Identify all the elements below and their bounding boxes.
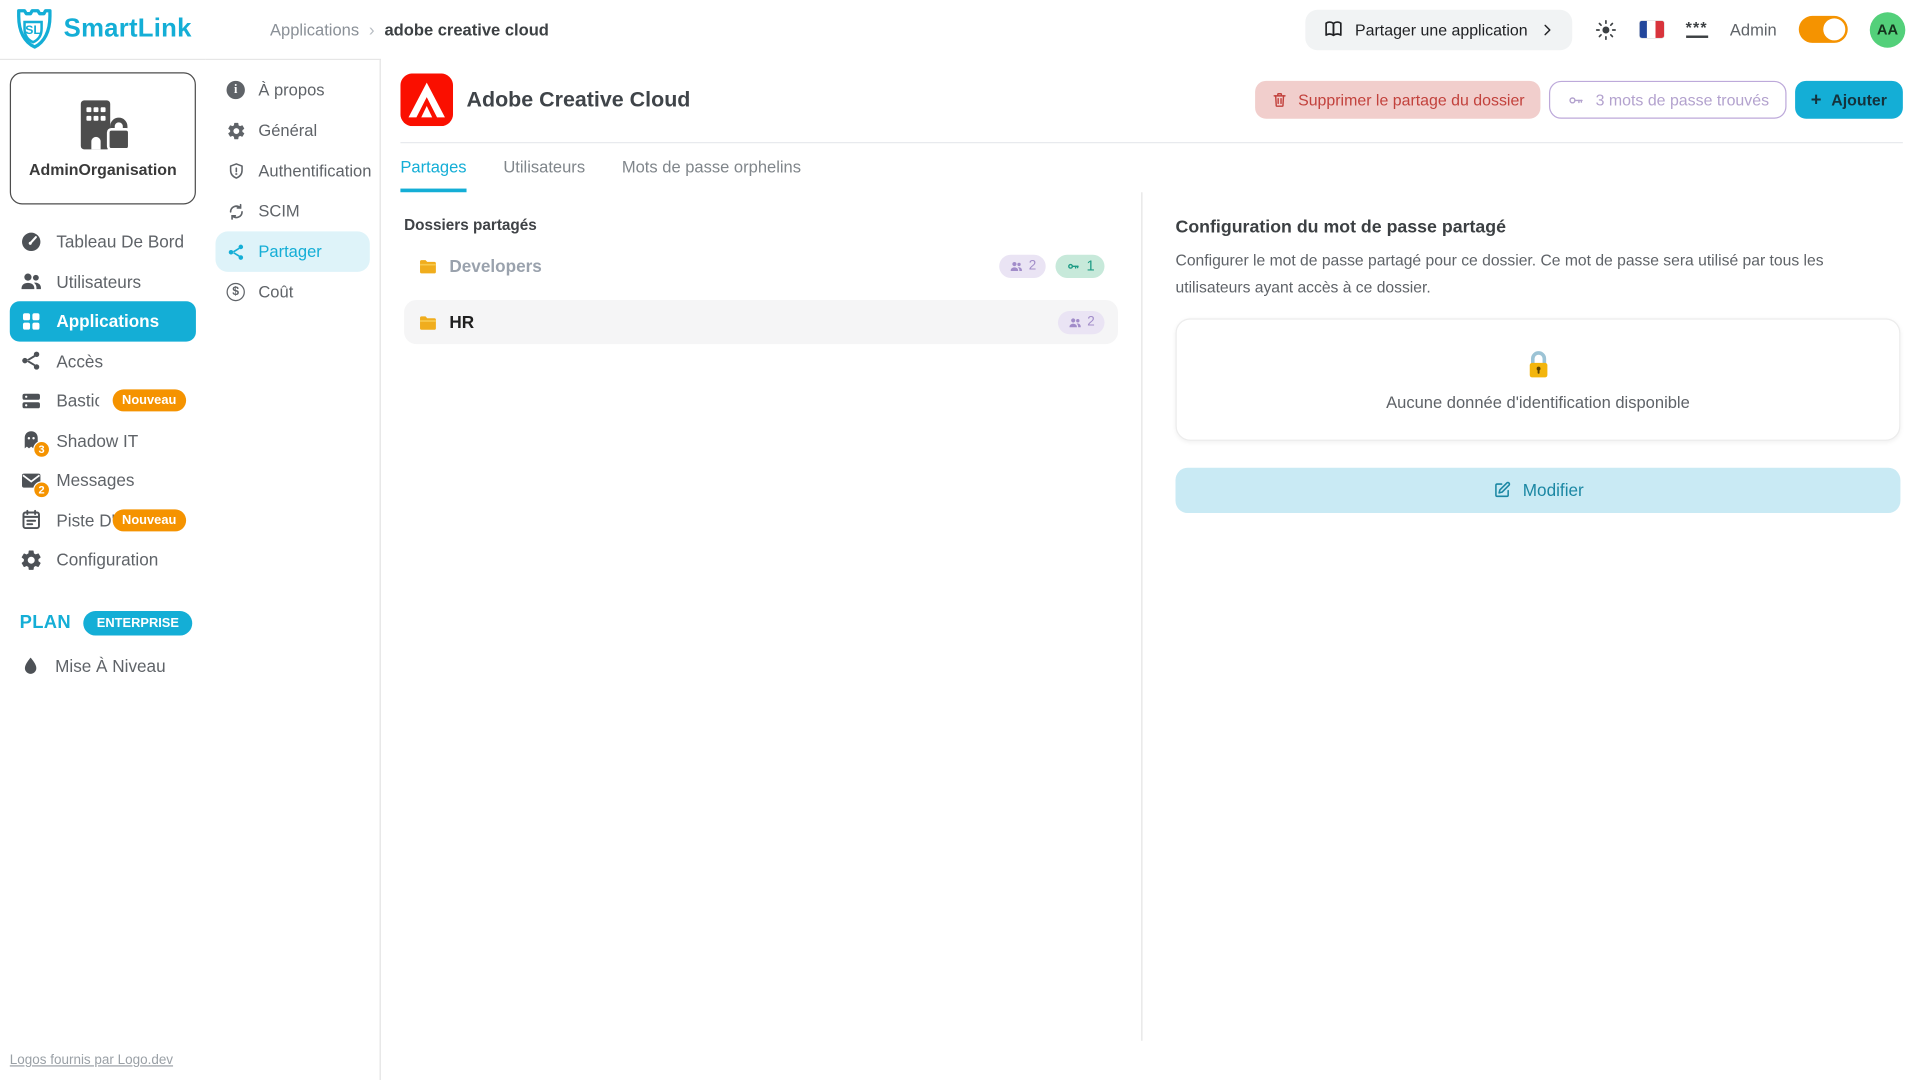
audit-calendar-icon: [20, 508, 43, 531]
brand-name: SmartLink: [64, 15, 192, 44]
sidebar-item-acces[interactable]: Accès: [10, 341, 196, 381]
subnav-item-general[interactable]: Général: [216, 110, 370, 150]
avatar[interactable]: AA: [1870, 12, 1906, 48]
organisation-building-lock-icon: [71, 98, 135, 152]
page-title: Adobe Creative Cloud: [467, 87, 691, 113]
breadcrumb-separator-icon: ›: [369, 20, 375, 40]
adobe-logo-icon: [400, 73, 453, 126]
share-nodes-icon: [20, 349, 43, 372]
language-flag-fr-icon[interactable]: [1639, 21, 1663, 38]
edit-password-button[interactable]: Modifier: [1176, 467, 1901, 512]
subnav-item-scim[interactable]: SCIM: [216, 191, 370, 231]
smartlink-shield-icon: SL: [10, 4, 57, 55]
dollar-circle-icon: $: [227, 282, 247, 302]
tab-utilisateurs[interactable]: Utilisateurs: [503, 143, 585, 192]
credentials-empty-card: Aucune donnée d'identification disponibl…: [1176, 318, 1901, 440]
dashboard-gauge-icon: [20, 230, 43, 253]
password-config-panel: Configuration du mot de passe partagé Co…: [1142, 192, 1920, 1041]
plus-icon: +: [1811, 89, 1822, 110]
share-nodes-icon: [227, 242, 247, 262]
theme-sun-icon[interactable]: [1594, 18, 1617, 41]
subnav-item-a-propos[interactable]: i À propos: [216, 70, 370, 110]
panel-description: Configurer le mot de passe partagé pour …: [1176, 247, 1886, 300]
admin-label: Admin: [1730, 20, 1777, 38]
shared-folders-panel: Dossiers partagés Developers 2: [381, 192, 1143, 1041]
sidebar: AdminOrganisation Tableau De Bord Utilis…: [0, 59, 206, 1080]
app-subnav: i À propos Général Authentification: [206, 59, 381, 1080]
piste-d-audit-nouveau-badge: Nouveau: [112, 509, 186, 531]
book-icon: [1322, 18, 1344, 40]
plan-enterprise-badge[interactable]: ENTERPRISE: [83, 610, 192, 634]
folder-row-developers[interactable]: Developers 2: [404, 244, 1118, 288]
plan-row: PLAN ENTERPRISE: [20, 610, 196, 634]
password-keyboard-icon[interactable]: ***: [1686, 21, 1708, 37]
breadcrumb-parent[interactable]: Applications: [270, 20, 359, 38]
svg-text:SL: SL: [25, 23, 41, 37]
subnav-item-partager[interactable]: Partager: [216, 231, 370, 271]
folder-passwords-badge: 1: [1056, 254, 1105, 277]
bastion-nouveau-badge: Nouveau: [112, 390, 186, 412]
main-content: Adobe Creative Cloud Supprimer le partag…: [381, 59, 1920, 1080]
sidebar-item-shadow-it[interactable]: 3 Shadow IT: [10, 421, 196, 461]
key-icon: [1566, 91, 1586, 108]
breadcrumb-current: adobe creative cloud: [384, 20, 548, 38]
sidebar-item-mise-a-niveau[interactable]: Mise À Niveau: [10, 646, 196, 686]
brand[interactable]: SL SmartLink: [10, 4, 192, 55]
sidebar-item-messages[interactable]: 2 Messages: [10, 460, 196, 500]
plan-label: PLAN: [20, 612, 71, 633]
chevron-right-icon: [1539, 21, 1555, 37]
breadcrumb: Applications › adobe creative cloud: [270, 20, 549, 40]
subnav-item-authentification[interactable]: Authentification: [216, 151, 370, 191]
sidebar-item-bastion[interactable]: Bastion Nouveau: [10, 381, 196, 421]
lock-icon: [1521, 347, 1554, 384]
users-icon: [20, 270, 43, 293]
shield-alert-icon: [227, 161, 247, 181]
logo-dev-credit-link[interactable]: Logos fournis par Logo.dev: [10, 1053, 173, 1068]
empty-credentials-message: Aucune donnée d'identification disponibl…: [1386, 392, 1690, 410]
share-application-label: Partager une application: [1355, 20, 1528, 38]
users-icon: [1068, 315, 1083, 328]
sidebar-item-configuration[interactable]: Configuration: [10, 540, 196, 580]
topbar-right: Partager une application: [1305, 9, 1905, 49]
sidebar-item-tableau-de-bord[interactable]: Tableau De Bord: [10, 222, 196, 262]
tab-bar: Partages Utilisateurs Mots de passe orph…: [381, 143, 1920, 192]
share-application-button[interactable]: Partager une application: [1305, 9, 1572, 49]
trash-icon: [1271, 91, 1288, 109]
folder-icon: [418, 257, 439, 275]
sidebar-item-utilisateurs[interactable]: Utilisateurs: [10, 261, 196, 301]
subnav-item-cout[interactable]: $ Coût: [216, 272, 370, 312]
organisation-card[interactable]: AdminOrganisation: [10, 72, 196, 204]
tab-mots-de-passe-orphelins[interactable]: Mots de passe orphelins: [622, 143, 801, 192]
tab-partages[interactable]: Partages: [400, 143, 466, 192]
users-icon: [1009, 259, 1024, 272]
shadow-it-count-badge: 3: [33, 441, 50, 458]
apps-grid-icon: [20, 309, 43, 332]
admin-mode-toggle[interactable]: [1799, 16, 1848, 43]
gear-icon: [227, 121, 247, 141]
sidebar-item-piste-d-audit[interactable]: Piste D'audit Nouveau: [10, 500, 196, 540]
folder-icon: [418, 313, 439, 331]
droplet-icon: [20, 655, 42, 677]
delete-share-button[interactable]: Supprimer le partage du dossier: [1255, 81, 1540, 119]
add-button[interactable]: + Ajouter: [1795, 81, 1903, 119]
info-icon: i: [227, 80, 247, 100]
passwords-found-button[interactable]: 3 mots de passe trouvés: [1549, 81, 1786, 119]
sidebar-nav: Tableau De Bord Utilisateurs Application…: [10, 222, 196, 580]
gear-icon: [20, 548, 43, 571]
messages-count-badge: 2: [33, 481, 50, 498]
folder-users-badge: 2: [1058, 310, 1105, 333]
folder-users-badge: 2: [999, 254, 1046, 277]
sidebar-item-applications[interactable]: Applications: [10, 301, 196, 341]
key-icon: [1066, 259, 1082, 272]
shared-folders-heading: Dossiers partagés: [404, 217, 1118, 234]
page: SL SmartLink Applications › adobe creati…: [0, 0, 1920, 1080]
organisation-name: AdminOrganisation: [29, 160, 177, 178]
folder-row-hr[interactable]: HR 2: [404, 300, 1118, 344]
sync-icon: [227, 201, 247, 221]
edit-pencil-icon: [1492, 480, 1512, 500]
topbar: SL SmartLink Applications › adobe creati…: [0, 0, 1920, 59]
server-icon: [20, 389, 43, 412]
panel-title: Configuration du mot de passe partagé: [1176, 218, 1901, 238]
